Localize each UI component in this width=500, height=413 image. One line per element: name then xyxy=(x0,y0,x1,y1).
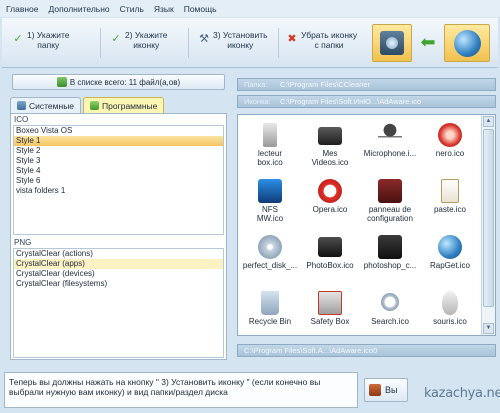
icon-tile[interactable]: photoshop_c... xyxy=(360,229,420,289)
icon-grid: lecteur box.ico Mes Videos.ico Microphon… xyxy=(240,117,480,333)
photoshop-icon xyxy=(378,235,402,259)
nero-icon xyxy=(438,123,462,147)
refresh-icon xyxy=(56,77,67,87)
png-group-label: PNG xyxy=(14,238,32,247)
list-item-selected[interactable]: Style 1 xyxy=(14,136,223,146)
remove-icon: ✖ xyxy=(287,33,297,45)
icon-tile[interactable]: nero.ico xyxy=(420,117,480,177)
install-icon-button[interactable]: ⚒ 3) Установить иконку xyxy=(198,30,267,58)
icon-browser-panel: Папка: C:\Program Files\CCleaner Иконка:… xyxy=(237,74,496,360)
system-icon xyxy=(17,101,26,110)
scroll-down-icon[interactable]: ▼ xyxy=(483,323,494,334)
icon-sets-panel: В списке всего: 11 файл(а,ов) Системные … xyxy=(6,74,231,360)
menu-bar: Главное Дополнительно Стиль Язык Помощь xyxy=(0,0,500,17)
preview-panel: ⬅ xyxy=(372,22,494,64)
select-icon-button[interactable]: ✓ 2) Укажите иконку xyxy=(110,30,167,58)
toolbar-divider xyxy=(100,28,101,58)
recycle-bin-icon xyxy=(261,291,279,315)
icon-path-bar: Иконка: C:\Program Files\Soft.ИнЮ...\AdA… xyxy=(237,95,496,108)
globe-icon xyxy=(454,30,481,57)
menu-advanced[interactable]: Дополнительно xyxy=(48,4,109,14)
list-item[interactable]: CrystalClear (devices) xyxy=(14,269,223,279)
mouse-icon xyxy=(442,291,458,315)
select-folder-button[interactable]: ✓ 1) Укажите папку xyxy=(12,30,69,58)
tab-system[interactable]: Системные xyxy=(10,97,82,113)
rapget-icon xyxy=(438,235,462,259)
toolbar-divider xyxy=(278,28,279,58)
icon-tile[interactable]: perfect_disk_... xyxy=(240,229,300,289)
microphone-icon xyxy=(378,123,402,147)
icon-tile[interactable]: PhotoBox.ico xyxy=(300,229,360,289)
png-list[interactable]: CrystalClear (actions) CrystalClear (app… xyxy=(13,248,224,358)
scroll-up-icon[interactable]: ▲ xyxy=(483,116,494,127)
checkmark-icon: ✓ xyxy=(13,33,23,45)
list-item-highlighted[interactable]: CrystalClear (apps) xyxy=(14,259,223,269)
folder-preview[interactable] xyxy=(372,24,412,62)
safety-box-icon xyxy=(318,291,342,315)
list-item[interactable]: Style 4 xyxy=(14,166,223,176)
icon-tile[interactable]: Recycle Bin xyxy=(240,285,300,345)
status-message: Теперь вы должны нажать на кнопку " 3) У… xyxy=(4,372,358,408)
arrow-left-icon: ⬅ xyxy=(420,32,436,52)
tab-programs[interactable]: Программные xyxy=(83,97,165,113)
video-camera-icon xyxy=(318,127,342,145)
list-item[interactable]: Style 2 xyxy=(14,146,223,156)
file-count-button[interactable]: В списке всего: 11 файл(а,ов) xyxy=(12,74,225,90)
icon-tile[interactable]: Mes Videos.ico xyxy=(300,117,360,177)
icon-tile[interactable]: paste.ico xyxy=(420,173,480,233)
icon-tile[interactable]: NFS MW.ico xyxy=(240,173,300,233)
icon-tile[interactable]: Safety Box xyxy=(300,285,360,345)
watermark: kazachya.net xyxy=(424,386,500,401)
list-item[interactable]: CrystalClear (filesystems) xyxy=(14,279,223,289)
remove-icon-button[interactable]: ✖ Убрать иконку с папки xyxy=(286,30,357,58)
ico-list[interactable]: Boxeo Vista OS Style 1 Style 2 Style 3 S… xyxy=(13,125,224,235)
toolbar: ✓ 1) Укажите папку ✓ 2) Укажите иконку ⚒… xyxy=(2,18,498,68)
selected-icon-path: C:\Program Files\Soft.A...\AdAware.ico0 xyxy=(237,344,496,357)
folder-path: C:\Program Files\CCleaner xyxy=(280,80,371,89)
control-panel-icon xyxy=(378,179,402,203)
checkmark-icon: ✓ xyxy=(111,33,121,45)
menu-language[interactable]: Язык xyxy=(154,4,174,14)
icon-grid-view: lecteur box.ico Mes Videos.ico Microphon… xyxy=(237,114,496,336)
wand-icon: ⚒ xyxy=(199,33,209,45)
list-item[interactable]: vista folders 1 xyxy=(14,186,223,196)
tabs: Системные Программные xyxy=(10,97,165,113)
clipboard-icon xyxy=(441,179,459,203)
icon-tile[interactable]: Opera.ico xyxy=(300,173,360,233)
app-window: Главное Дополнительно Стиль Язык Помощь … xyxy=(0,0,500,413)
icon-tile[interactable]: Search.ico xyxy=(360,285,420,345)
folder-path-bar: Папка: C:\Program Files\CCleaner xyxy=(237,78,496,91)
menu-main[interactable]: Главное xyxy=(6,4,38,14)
menu-help[interactable]: Помощь xyxy=(184,4,217,14)
shield-icon xyxy=(90,101,100,110)
scroll-thumb[interactable] xyxy=(483,129,494,307)
icon-preview[interactable] xyxy=(444,24,490,62)
exit-button[interactable]: Вы xyxy=(364,378,408,402)
menu-style[interactable]: Стиль xyxy=(120,4,144,14)
icon-tile[interactable]: RapGet.ico xyxy=(420,229,480,289)
list-item[interactable]: Style 6 xyxy=(14,176,223,186)
nfs-icon xyxy=(258,179,282,203)
usb-device-icon xyxy=(263,123,277,147)
photobox-icon xyxy=(318,237,342,257)
list-item[interactable]: Boxeo Vista OS xyxy=(14,126,223,136)
vertical-scrollbar[interactable]: ▲ ▼ xyxy=(481,115,495,335)
disk-icon xyxy=(258,235,282,259)
toolbar-divider xyxy=(188,28,189,58)
list-item[interactable]: Style 3 xyxy=(14,156,223,166)
lists-container: ICO Boxeo Vista OS Style 1 Style 2 Style… xyxy=(10,113,227,360)
ico-group-label: ICO xyxy=(14,115,29,124)
search-icon xyxy=(381,293,399,311)
list-item[interactable]: CrystalClear (actions) xyxy=(14,249,223,259)
icon-tile[interactable]: souris.ico xyxy=(420,285,480,345)
exit-icon xyxy=(369,384,381,396)
opera-icon xyxy=(318,179,342,203)
drive-icon xyxy=(380,31,404,55)
icon-tile[interactable]: lecteur box.ico xyxy=(240,117,300,177)
icon-tile[interactable]: Microphone.i... xyxy=(360,117,420,177)
icon-tile[interactable]: panneau de configuration xyxy=(360,173,420,233)
icon-path: C:\Program Files\Soft.ИнЮ...\AdAware.ico xyxy=(280,97,422,106)
